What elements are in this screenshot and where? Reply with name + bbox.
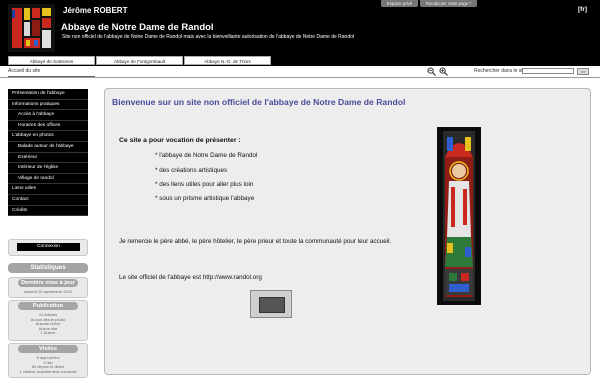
search-label: Rechercher dans le site (474, 68, 527, 74)
site-subtitle: Site non officiel de l'abbaye de Notre D… (62, 34, 354, 40)
zoom-out-icon[interactable] (427, 67, 436, 76)
tab-solesmes[interactable]: Abbaye de Solesmes (8, 56, 95, 65)
nav-item[interactable]: Village de randol (8, 173, 88, 185)
tab-triors[interactable]: Abbaye N.-D. de Triors (184, 56, 271, 65)
nav-item[interactable]: Liens utiles (8, 184, 88, 195)
nav-item[interactable]: Crédits (8, 205, 88, 217)
main-content-panel (104, 88, 591, 375)
nav-item[interactable]: Balade autour de l'abbaye (8, 141, 88, 153)
statistics-header: Statistiques (8, 263, 88, 273)
nav-item[interactable]: Accès à l'abbaye (8, 110, 88, 121)
last-update-title: Dernière mise à jour (18, 279, 78, 287)
intro-text: Ce site a pour vocation de présenter : (119, 137, 241, 144)
breadcrumb[interactable]: Accueil du site (8, 67, 40, 75)
thumbnail-image (259, 297, 285, 313)
site-header: Jérôme ROBERT Abbaye de Notre Dame de Ra… (0, 0, 600, 55)
publication-stats: 11 Articles Aucun album photo Aucune brève… (8, 312, 88, 336)
nav-item[interactable]: Présentation de l'abbaye (8, 89, 88, 100)
language-link[interactable]: [fr] (578, 6, 587, 13)
toolbar: Accueil du site Rechercher dans le site … (0, 66, 600, 78)
nav-item[interactable]: Horaires des offices (8, 120, 88, 132)
search-input[interactable] (522, 68, 574, 74)
bullet-item: * l'abbaye de Notre Dame de Randol (155, 152, 258, 159)
nav-item[interactable]: Extérieur (8, 152, 88, 164)
author-name: Jérôme ROBERT (63, 6, 128, 15)
visits-stat-line: 1 visiteur actuellement connecté (19, 368, 77, 374)
bullet-item: * des liens utiles pour aller plus loin (155, 181, 254, 188)
nav-item[interactable]: Informations pratiques (8, 99, 88, 111)
stained-glass-window-image (437, 127, 481, 305)
breadcrumb-underline (8, 76, 95, 77)
connexion-button[interactable]: Connexion (17, 243, 80, 251)
abbey-links-bar: Abbaye de Solesmes Abbaye de Fontgombaul… (0, 55, 600, 66)
nav-item[interactable]: Intérieur de l'église (8, 163, 88, 174)
recalculer-button[interactable]: Recalculer cette page * (420, 0, 477, 7)
espace-prive-button[interactable]: Espace privé (381, 0, 418, 7)
bullet-item: * sous un prisme artistique l'abbaye (155, 195, 255, 202)
publication-title: Publication (18, 302, 78, 310)
tab-fontgombault[interactable]: Abbaye de Fontgombault (96, 56, 183, 65)
zoom-in-icon[interactable] (439, 67, 448, 76)
last-update-date: samedi 22 septembre 2012 (23, 289, 73, 294)
page-title: Bienvenue sur un site non officiel de l'… (112, 97, 406, 107)
publication-stat-line: 1 Auteur (40, 330, 56, 336)
search-submit-button[interactable]: >> (577, 68, 589, 75)
visits-title: Visites (18, 345, 78, 353)
thanks-paragraph: Je remercie le père abbé, le père hôteli… (119, 238, 392, 245)
visits-stats: 5 aujourd'hui 1 hier 84 depuis le début 1 v… (8, 355, 88, 374)
nav-item[interactable]: L'abbaye en photos (8, 131, 88, 142)
left-navigation: Présentation de l'abbaye Informations pra… (8, 89, 88, 217)
official-site-text[interactable]: Le site officiel de l'abbaye est http://… (119, 274, 262, 281)
nav-item[interactable]: Contact (8, 194, 88, 206)
site-thumbnail[interactable] (250, 290, 292, 318)
bullet-item: * des créations artistiques (155, 167, 228, 174)
site-title[interactable]: Abbaye de Notre Dame de Randol (61, 22, 214, 33)
stained-glass-logo[interactable] (8, 4, 55, 52)
